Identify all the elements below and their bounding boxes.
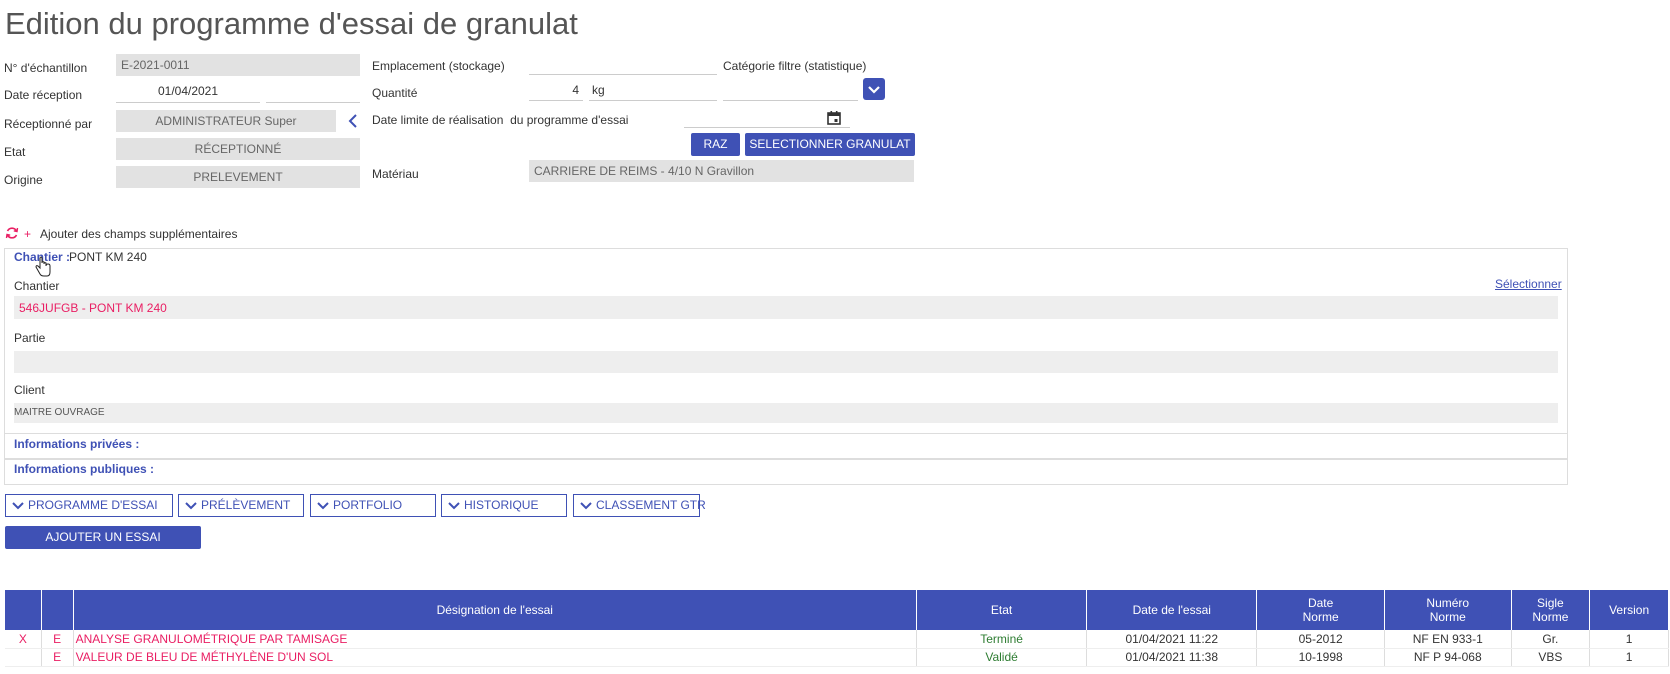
- test-status: Terminé: [916, 630, 1088, 649]
- refresh-icon[interactable]: [5, 226, 19, 240]
- material-label: Matériau: [372, 167, 419, 181]
- norm-acronym: VBS: [1511, 648, 1591, 667]
- tab-label: CLASSEMENT GTR: [596, 498, 706, 512]
- test-date: 01/04/2021 11:38: [1086, 648, 1258, 667]
- chevron-down-icon: [580, 502, 592, 510]
- quantity-unit-field[interactable]: kg: [589, 80, 717, 101]
- state-field: RÉCEPTIONNÉ: [116, 138, 360, 160]
- private-info-label: Informations privées :: [14, 437, 140, 451]
- chevron-left-icon[interactable]: [346, 112, 360, 130]
- table-header-row: Désignation de l'essai Etat Date de l'es…: [5, 590, 1669, 630]
- table-row[interactable]: X E ANALYSE GRANULOMÉTRIQUE PAR TAMISAGE…: [5, 630, 1669, 649]
- add-extra-fields-link[interactable]: Ajouter des champs supplémentaires: [40, 227, 237, 241]
- chantier-label: Chantier: [14, 279, 60, 293]
- header-sigle-norme-line2: Norme: [1532, 610, 1569, 624]
- origin-field[interactable]: PRELEVEMENT: [116, 166, 360, 188]
- private-info-panel[interactable]: [4, 433, 1568, 459]
- chevron-down-icon: [448, 502, 460, 510]
- quantity-label: Quantité: [372, 86, 418, 100]
- page-title: Edition du programme d'essai de granulat: [5, 6, 578, 41]
- chevron-down-icon: [317, 502, 329, 510]
- header-date-norme-line1: Date: [1307, 596, 1334, 610]
- header-date-essai[interactable]: Date de l'essai: [1086, 590, 1258, 630]
- header-version[interactable]: Version: [1589, 590, 1669, 630]
- tab-portfolio[interactable]: PORTFOLIO: [310, 494, 436, 517]
- header-edit: [41, 590, 74, 630]
- edit-test-button[interactable]: E: [41, 630, 74, 649]
- client-label: Client: [14, 383, 45, 397]
- chantier-header-value: PONT KM 240: [69, 250, 147, 264]
- table-row[interactable]: E VALEUR DE BLEU DE MÉTHYLÈNE D'UN SOL V…: [5, 648, 1669, 667]
- material-field: CARRIERE DE REIMS - 4/10 N Gravillon: [529, 160, 914, 182]
- reception-date-label: Date réception: [4, 88, 83, 102]
- reception-time-field[interactable]: [266, 81, 360, 103]
- tab-label: PRÉLÈVEMENT: [201, 498, 291, 512]
- category-label: Catégorie filtre (statistique): [723, 59, 867, 73]
- category-select[interactable]: [723, 80, 858, 101]
- header-date-norme[interactable]: Date Norme: [1256, 590, 1385, 630]
- received-by-field[interactable]: ADMINISTRATEUR Super: [116, 110, 336, 132]
- reception-date-field[interactable]: 01/04/2021: [116, 81, 260, 103]
- deadline-label: Date limite de réalisation du programme …: [372, 113, 629, 127]
- tab-label: PROGRAMME D'ESSAI: [28, 498, 158, 512]
- header-sigle-norme[interactable]: Sigle Norme: [1511, 590, 1591, 630]
- tab-label: PORTFOLIO: [333, 498, 403, 512]
- tab-prelevement[interactable]: PRÉLÈVEMENT: [178, 494, 304, 517]
- location-label: Emplacement (stockage): [372, 59, 505, 73]
- origin-label: Origine: [4, 173, 43, 187]
- state-label: Etat: [4, 145, 26, 159]
- chevron-down-icon: [868, 86, 880, 94]
- location-field[interactable]: [529, 54, 717, 75]
- sample-number-field[interactable]: E-2021-0011: [116, 54, 360, 76]
- select-chantier-link[interactable]: Sélectionner: [1495, 277, 1562, 291]
- test-designation[interactable]: VALEUR DE BLEU DE MÉTHYLÈNE D'UN SOL: [73, 648, 918, 667]
- edit-test-button[interactable]: E: [41, 648, 74, 667]
- test-version: 1: [1589, 630, 1669, 649]
- header-numero-norme-line2: Norme: [1429, 610, 1466, 624]
- client-field-value: MAITRE OUVRAGE: [14, 407, 105, 418]
- header-date-norme-line2: Norme: [1302, 610, 1339, 624]
- tab-classement-gtr[interactable]: CLASSEMENT GTR: [573, 494, 706, 517]
- public-info-panel[interactable]: [4, 459, 1568, 485]
- tab-label: HISTORIQUE: [464, 498, 539, 512]
- norm-number: NF EN 933-1: [1384, 630, 1512, 649]
- test-designation[interactable]: ANALYSE GRANULOMÉTRIQUE PAR TAMISAGE: [73, 630, 918, 649]
- category-dropdown-button[interactable]: [863, 78, 885, 100]
- test-status: Validé: [916, 648, 1088, 667]
- test-version: 1: [1589, 648, 1669, 667]
- raz-button[interactable]: RAZ: [691, 133, 740, 156]
- client-field: MAITRE OUVRAGE: [14, 403, 1558, 423]
- chevron-down-icon: [185, 502, 197, 510]
- header-sigle-norme-line1: Sigle: [1537, 596, 1564, 610]
- header-delete: [5, 590, 42, 630]
- header-numero-norme[interactable]: Numéro Norme: [1384, 590, 1512, 630]
- tab-programme-essai[interactable]: PROGRAMME D'ESSAI: [5, 494, 173, 517]
- header-designation[interactable]: Désignation de l'essai: [73, 590, 918, 630]
- received-by-label: Réceptionné par: [4, 117, 93, 131]
- hand-cursor-icon: [34, 256, 52, 278]
- chantier-field-value: 546JUFGB - PONT KM 240: [19, 301, 167, 315]
- norm-acronym: Gr.: [1511, 630, 1591, 649]
- delete-test-button[interactable]: [5, 648, 42, 667]
- calendar-icon[interactable]: [826, 110, 842, 126]
- norm-date: 10-1998: [1256, 648, 1385, 667]
- plus-icon[interactable]: +: [24, 227, 31, 241]
- test-date: 01/04/2021 11:22: [1086, 630, 1258, 649]
- select-granulat-button[interactable]: SELECTIONNER GRANULAT: [745, 133, 915, 156]
- norm-number: NF P 94-068: [1384, 648, 1512, 667]
- add-test-button[interactable]: AJOUTER UN ESSAI: [5, 526, 201, 549]
- public-info-label: Informations publiques :: [14, 462, 154, 476]
- partie-label: Partie: [14, 331, 46, 345]
- header-numero-norme-line1: Numéro: [1426, 596, 1470, 610]
- partie-field[interactable]: [14, 351, 1558, 373]
- tab-historique[interactable]: HISTORIQUE: [441, 494, 567, 517]
- quantity-field[interactable]: 4: [529, 80, 583, 101]
- chevron-down-icon: [12, 502, 24, 510]
- chantier-field[interactable]: 546JUFGB - PONT KM 240: [14, 296, 1558, 319]
- sample-number-label: N° d'échantillon: [4, 61, 88, 75]
- header-etat[interactable]: Etat: [916, 590, 1088, 630]
- delete-test-button[interactable]: X: [5, 630, 42, 649]
- norm-date: 05-2012: [1256, 630, 1385, 649]
- tests-table: Désignation de l'essai Etat Date de l'es…: [5, 590, 1669, 667]
